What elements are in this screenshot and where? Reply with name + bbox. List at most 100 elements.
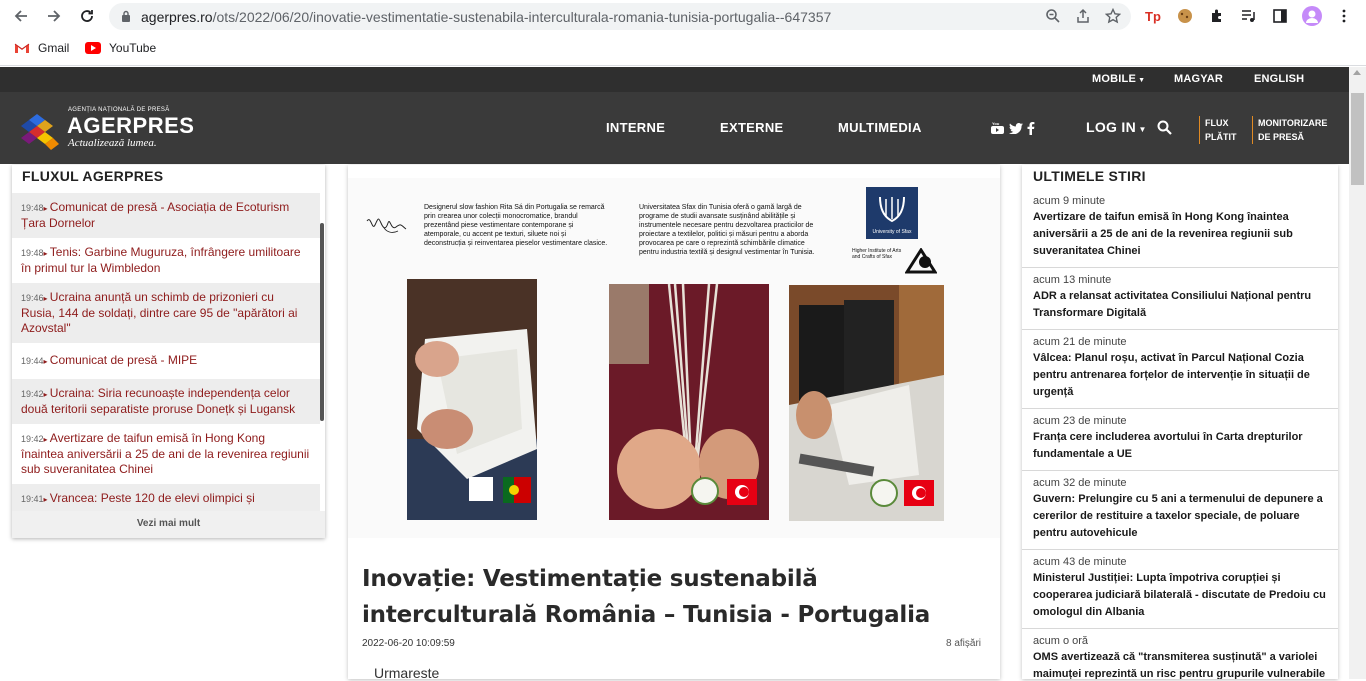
news-headline[interactable]: Franța cere includerea avortului în Cart… — [1033, 429, 1328, 463]
news-list: acum 9 minute Avertizare de taifun emisă … — [1022, 189, 1338, 679]
feed-item[interactable]: 19:44▸ Comunicat de presă - MIPE — [12, 343, 320, 379]
vezi-mai-mult-button[interactable]: Vezi mai mult — [12, 511, 325, 538]
facebook-icon[interactable] — [1027, 122, 1035, 135]
news-item[interactable]: acum o oră OMS avertizează că "transmiter… — [1022, 629, 1338, 679]
media-control-icon[interactable] — [1238, 6, 1258, 26]
feed-text: Comunicat de presă - MIPE — [49, 353, 198, 367]
news-headline[interactable]: Vâlcea: Planul roșu, activat în Parcul N… — [1033, 350, 1328, 401]
zoom-icon[interactable] — [1045, 8, 1061, 24]
feed-time: 19:42 — [21, 389, 44, 399]
monitor-label-2: DE PRESĂ — [1258, 132, 1305, 142]
magyar-link[interactable]: MAGYAR — [1174, 73, 1223, 85]
news-item[interactable]: acum 9 minute Avertizare de taifun emisă … — [1022, 189, 1338, 268]
bookmark-gmail[interactable]: Gmail — [14, 41, 69, 55]
login-label: LOG IN — [1086, 119, 1137, 135]
feed-text: Vrancea: Peste 120 de elevi olimpici și — [49, 491, 255, 505]
news-headline[interactable]: Guvern: Prelungire cu 5 ani a termenului… — [1033, 491, 1328, 542]
youtube-icon — [85, 42, 101, 54]
bookmark-youtube[interactable]: YouTube — [85, 41, 156, 55]
extension-cookie-icon[interactable] — [1175, 6, 1195, 26]
logo-tagline: Actualizează lumea. — [68, 137, 157, 149]
feed-item[interactable]: 19:42▸ Avertizare de taifun emisă în Hon… — [12, 424, 320, 484]
feed-time: 19:48 — [21, 203, 44, 213]
news-headline[interactable]: Avertizare de taifun emisă în Hong Kong … — [1033, 209, 1328, 260]
news-item[interactable]: acum 21 de minute Vâlcea: Planul roșu, ac… — [1022, 330, 1338, 409]
back-button[interactable] — [8, 3, 34, 29]
photo-tailoring — [789, 285, 944, 521]
feed-text: Ucraina: Siria recunoaște independența c… — [21, 386, 296, 416]
side-panel-icon[interactable] — [1270, 6, 1290, 26]
university-label: University of Sfax — [872, 229, 912, 235]
embroidery-photo-art — [407, 279, 537, 520]
news-time: acum 13 minute — [1033, 274, 1112, 286]
feed-scrollbar-thumb[interactable] — [320, 223, 324, 421]
feed-item[interactable]: 19:41▸ Vrancea: Peste 120 de elevi olimp… — [12, 484, 320, 511]
news-headline[interactable]: OMS avertizează că "transmiterea susținu… — [1033, 649, 1328, 679]
tailoring-photo-art — [789, 285, 944, 521]
news-item[interactable]: acum 23 de minute Franța cere includerea … — [1022, 409, 1338, 471]
twitter-icon[interactable] — [1009, 123, 1023, 134]
share-icon[interactable] — [1075, 8, 1091, 24]
signature-icon — [366, 218, 407, 233]
news-time: acum o oră — [1033, 635, 1089, 647]
nav-externe[interactable]: EXTERNE — [720, 120, 784, 135]
news-item[interactable]: acum 13 minute ADR a relansat activitatea… — [1022, 268, 1338, 330]
address-bar[interactable]: agerpres.ro/ots/2022/06/20/inovatie-vest… — [109, 3, 1131, 30]
feed-text: Tenis: Garbine Muguruza, înfrângere umil… — [21, 245, 301, 275]
ultimele-stiri-title: ULTIMELE STIRI — [1033, 168, 1146, 184]
nav-interne[interactable]: INTERNE — [606, 120, 665, 135]
feed-scrollbar[interactable] — [320, 193, 325, 513]
site-navbar: AGENȚIA NAȚIONALĂ DE PRESĂ AGERPRES Actu… — [0, 92, 1349, 164]
monitorizare-link[interactable]: MONITORIZARE DE PRESĂ — [1258, 116, 1327, 144]
mobile-link[interactable]: MOBILE ▼ — [1092, 73, 1145, 85]
news-item[interactable]: acum 32 de minute Guvern: Prelungire cu 5… — [1022, 471, 1338, 550]
feed-item[interactable]: 19:46▸ Ucraina anunță un schimb de prizo… — [12, 283, 320, 343]
mobile-label: MOBILE — [1092, 73, 1136, 85]
nav-multimedia[interactable]: MULTIMEDIA — [838, 120, 922, 135]
feed-item[interactable]: 19:42▸ Ucraina: Siria recunoaște indepen… — [12, 379, 320, 424]
english-link[interactable]: ENGLISH — [1254, 73, 1304, 85]
feed-time: 19:42 — [21, 434, 44, 444]
feed-time: 19:48 — [21, 248, 44, 258]
extensions-puzzle-icon[interactable] — [1207, 6, 1227, 26]
caret-down-icon: ▼ — [1136, 125, 1147, 134]
profile-avatar[interactable] — [1302, 6, 1322, 26]
forward-button[interactable] — [41, 3, 67, 29]
news-headline[interactable]: Ministerul Justiției: Lupta împotriva co… — [1033, 570, 1328, 621]
login-link[interactable]: LOG IN ▼ — [1086, 119, 1147, 135]
feed-time: 19:41 — [21, 494, 44, 504]
news-item[interactable]: acum 43 de minute Ministerul Justiției: L… — [1022, 550, 1338, 629]
url-path: /ots/2022/06/20/inovatie-vestimentatie-s… — [212, 9, 832, 25]
news-headline[interactable]: ADR a relansat activitatea Consiliului N… — [1033, 288, 1328, 322]
article-hero-image: Designerul slow fashion Rita Sá din Port… — [348, 178, 1000, 538]
logo-name[interactable]: AGERPRES — [67, 113, 194, 139]
image-caption-right: Universitatea Sfax din Tunisia oferă o g… — [639, 204, 815, 256]
threads-photo-art — [609, 284, 769, 520]
extension-tp-icon[interactable]: Tp — [1143, 6, 1163, 26]
feed-item[interactable]: 19:48▸ Comunicat de presă - Asociația de… — [12, 193, 320, 238]
flux-platit-link[interactable]: FLUX PLĂTIT — [1205, 116, 1237, 144]
bookmarks-bar: Gmail YouTube — [0, 34, 1366, 66]
article-views: 8 afișări — [946, 638, 982, 649]
feed-time: 19:46 — [21, 293, 44, 303]
feed-time: 19:44 — [21, 356, 44, 366]
feed-text: Avertizare de taifun emisă în Hong Kong … — [21, 431, 310, 476]
search-icon[interactable] — [1157, 120, 1172, 135]
feed-item[interactable]: 19:48▸ Tenis: Garbine Muguruza, înfrânge… — [12, 238, 320, 283]
scroll-up-arrow-icon[interactable] — [1353, 70, 1361, 75]
reload-icon — [81, 10, 93, 22]
agerpres-logo-icon[interactable] — [17, 106, 63, 152]
bookmark-star-icon[interactable] — [1105, 8, 1121, 24]
article-date: 2022-06-20 10:09:59 — [362, 638, 455, 649]
page-scrollbar-thumb[interactable] — [1351, 93, 1364, 185]
browser-menu-icon[interactable] — [1334, 6, 1354, 26]
news-time: acum 23 de minute — [1033, 415, 1127, 427]
monitor-label-1: MONITORIZARE — [1258, 118, 1328, 128]
feed-list[interactable]: 19:48▸ Comunicat de presă - Asociația de… — [12, 193, 320, 511]
site-top-bar: MOBILE ▼ MAGYAR ENGLISH — [0, 67, 1349, 92]
gmail-icon — [14, 43, 30, 53]
reload-button[interactable] — [74, 3, 100, 29]
url-text: agerpres.ro/ots/2022/06/20/inovatie-vest… — [141, 9, 831, 25]
youtube-social-icon[interactable]: You — [991, 122, 1004, 135]
photo-threads — [609, 284, 769, 520]
